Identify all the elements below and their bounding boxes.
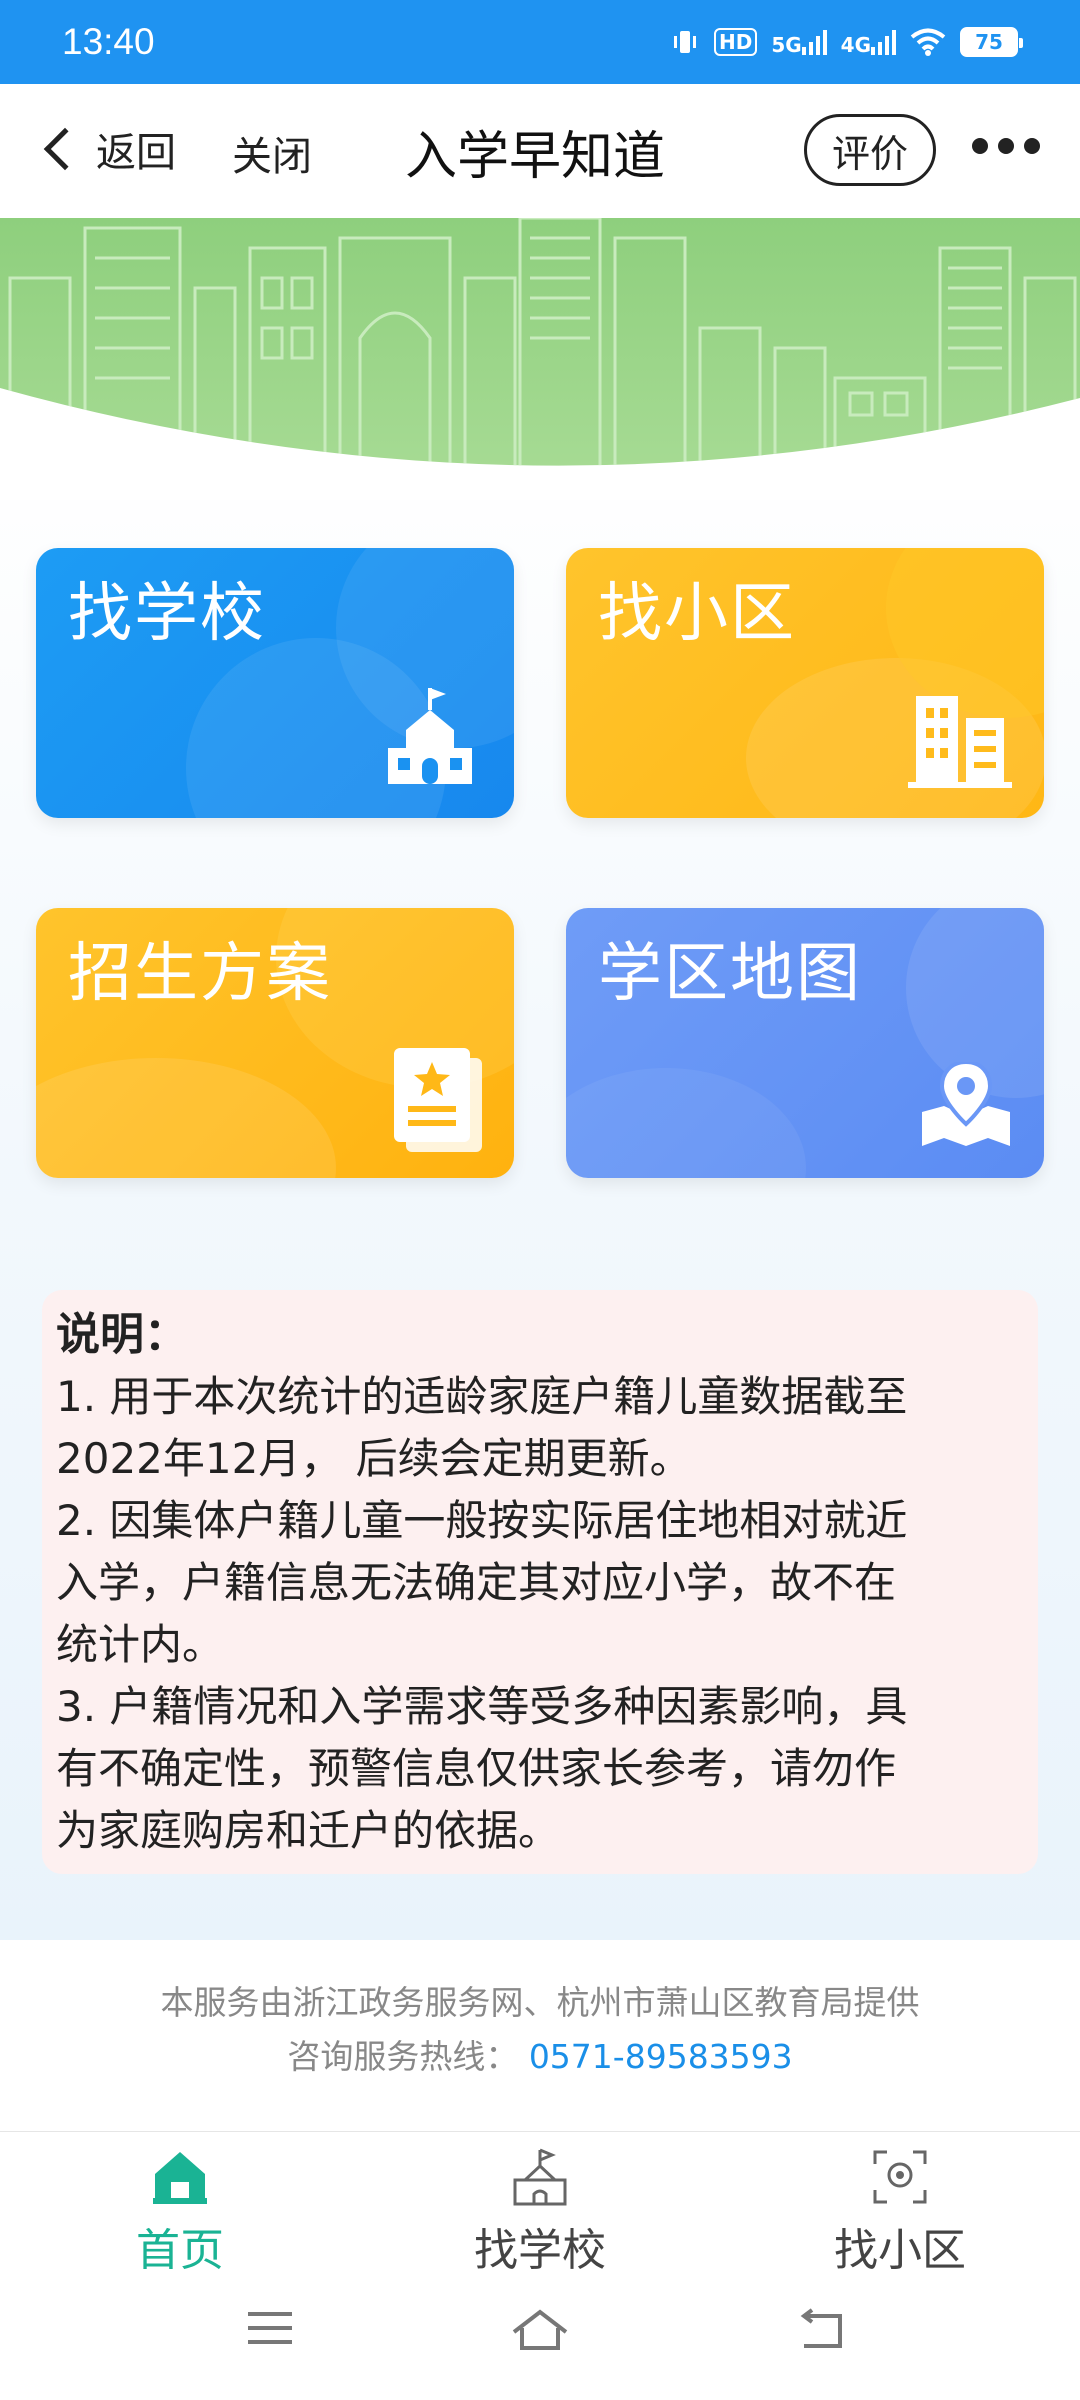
find-community-title: 找小区 bbox=[598, 577, 796, 651]
tab-find-community[interactable]: 找小区 bbox=[800, 2146, 1000, 2278]
chevron-left-icon bbox=[43, 127, 87, 171]
find-community-card[interactable]: 找小区 bbox=[566, 548, 1044, 818]
school-icon bbox=[440, 2146, 640, 2208]
banner bbox=[0, 218, 1080, 500]
enrollment-plan-title: 招生方案 bbox=[68, 937, 332, 1011]
more-dots-icon bbox=[972, 138, 1040, 154]
rate-button[interactable]: 评价 bbox=[804, 114, 936, 186]
back-label: 返回 bbox=[96, 130, 176, 176]
hd-call-icon: HD bbox=[713, 28, 758, 56]
tab-find-school-label: 找学校 bbox=[474, 2225, 606, 2276]
notes-panel: 说明： 1. 用于本次统计的适龄家庭户籍儿童数据截至 2022年12月， 后续会… bbox=[42, 1290, 1038, 1874]
community-locate-icon bbox=[800, 2146, 1000, 2208]
page-title: 入学早知道 bbox=[405, 127, 666, 187]
battery-icon: 75 bbox=[960, 27, 1023, 57]
district-map-title: 学区地图 bbox=[598, 937, 862, 1011]
net2-label: 4G bbox=[840, 33, 871, 57]
find-school-title: 找学校 bbox=[68, 577, 266, 651]
status-time: 13:40 bbox=[62, 21, 155, 62]
hotline-row: 咨询服务热线： 0571-89583593 bbox=[0, 2030, 1080, 2078]
tab-home[interactable]: 首页 bbox=[80, 2146, 280, 2278]
tab-find-community-label: 找小区 bbox=[834, 2225, 966, 2276]
nav-bar: 返回 关闭 入学早知道 评价 bbox=[0, 84, 1080, 218]
school-building-icon bbox=[384, 686, 476, 790]
home-icon bbox=[80, 2146, 280, 2208]
hotline-number-link[interactable]: 0571-89583593 bbox=[529, 2037, 793, 2076]
service-provider-text: 本服务由浙江政务服务网、杭州市萧山区教育局提供 bbox=[160, 1983, 920, 2022]
system-back-icon[interactable] bbox=[796, 2308, 848, 2356]
map-pin-icon bbox=[920, 1059, 1012, 1152]
apartment-building-icon bbox=[908, 696, 1012, 792]
hd-label: HD bbox=[713, 28, 758, 56]
net1-label: 5G bbox=[771, 33, 802, 57]
tab-home-label: 首页 bbox=[136, 2225, 224, 2276]
wifi-icon bbox=[910, 28, 946, 56]
find-school-card[interactable]: 找学校 bbox=[36, 548, 514, 818]
close-button[interactable]: 关闭 bbox=[232, 124, 312, 182]
system-home-icon[interactable] bbox=[510, 2308, 570, 2356]
hotline-label: 咨询服务热线： bbox=[287, 2037, 519, 2076]
notes-line: 入学，户籍信息无法确定其对应小学，故不在 bbox=[56, 1558, 897, 1607]
notes-line: 2. 因集体户籍儿童一般按实际居住地相对就近 bbox=[56, 1496, 908, 1545]
vibrate-icon bbox=[670, 27, 700, 57]
signal-5g-icon: 5G bbox=[771, 29, 827, 57]
battery-level: 75 bbox=[975, 30, 1003, 54]
city-skyline-illustration bbox=[0, 218, 1080, 500]
document-star-icon bbox=[392, 1048, 484, 1156]
enrollment-plan-card[interactable]: 招生方案 bbox=[36, 908, 514, 1178]
notes-line: 3. 户籍情况和入学需求等受多种因素影响，具 bbox=[56, 1682, 908, 1731]
notes-title: 说明： bbox=[56, 1309, 188, 1360]
menu-icon[interactable] bbox=[246, 2308, 294, 2352]
status-icons: HD 5G 4G 75 bbox=[670, 27, 1023, 57]
more-button[interactable] bbox=[972, 138, 1040, 154]
notes-line: 为家庭购房和迁户的依据。 bbox=[56, 1806, 561, 1855]
notes-line: 1. 用于本次统计的适龄家庭户籍儿童数据截至 bbox=[56, 1372, 908, 1421]
notes-line: 统计内。 bbox=[56, 1620, 225, 1669]
tab-bar: 首页 找学校 找小区 bbox=[0, 2132, 1080, 2282]
district-map-card[interactable]: 学区地图 bbox=[566, 908, 1044, 1178]
footer: 本服务由浙江政务服务网、杭州市萧山区教育局提供 咨询服务热线： 0571-895… bbox=[0, 1940, 1080, 2132]
tab-find-school[interactable]: 找学校 bbox=[440, 2146, 640, 2278]
notes-line: 2022年12月， 后续会定期更新。 bbox=[56, 1434, 692, 1483]
back-button[interactable]: 返回 bbox=[38, 120, 176, 178]
notes-line: 有不确定性，预警信息仅供家长参考，请勿作 bbox=[56, 1744, 897, 1793]
system-nav-bar bbox=[0, 2282, 1080, 2400]
status-bar: 13:40 HD 5G 4G 75 bbox=[0, 0, 1080, 84]
signal-4g-icon: 4G bbox=[841, 29, 896, 55]
